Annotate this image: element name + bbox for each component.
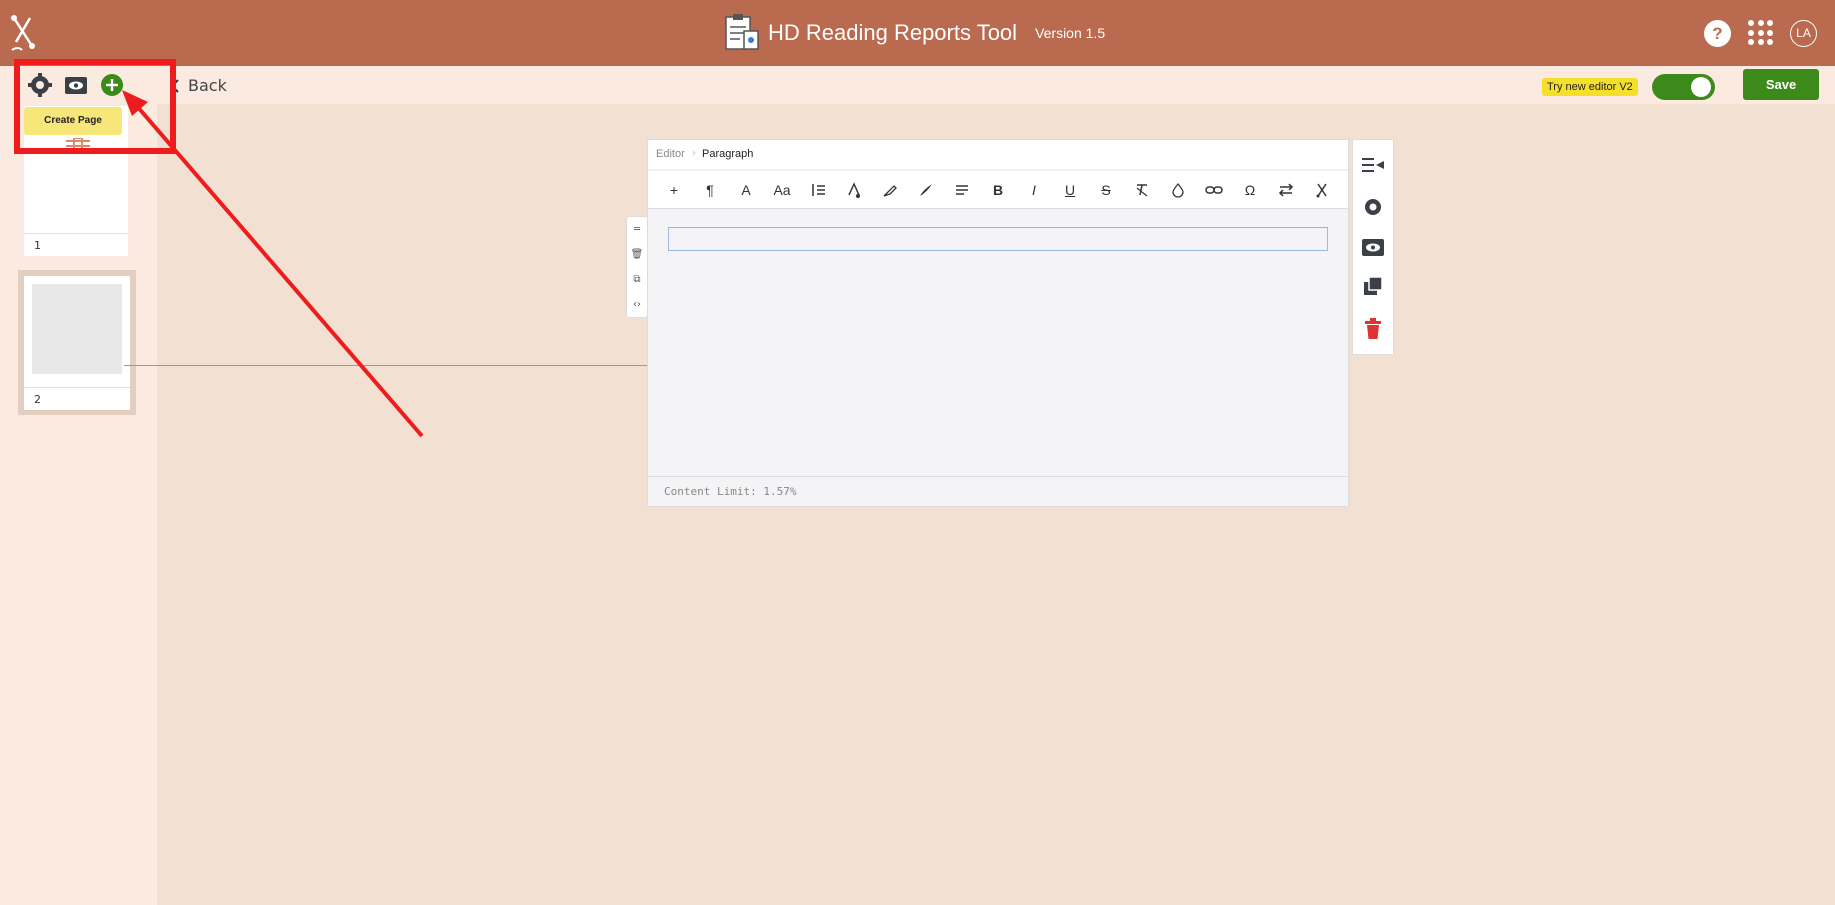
scissors-icon[interactable] bbox=[1304, 175, 1340, 205]
help-button[interactable]: ? bbox=[1704, 20, 1731, 47]
duplicate-icon[interactable]: ⧉ bbox=[633, 274, 640, 285]
app-brand: HD Reading Reports Tool Version 1.5 bbox=[722, 10, 1105, 56]
page-number: 2 bbox=[34, 393, 41, 406]
gear-icon[interactable] bbox=[1360, 194, 1386, 220]
paragraph-text-block[interactable] bbox=[668, 227, 1328, 251]
content-limit: Content Limit: 1.57% bbox=[664, 485, 797, 498]
highlight-annotation-box bbox=[14, 59, 176, 154]
collapse-panel-icon[interactable] bbox=[1360, 153, 1386, 179]
trash-icon[interactable]: 🗑 bbox=[631, 249, 644, 260]
breadcrumb-editor[interactable]: Editor bbox=[656, 148, 685, 160]
link-icon[interactable] bbox=[1196, 175, 1232, 205]
brush-icon[interactable] bbox=[908, 175, 944, 205]
underline-button[interactable]: U bbox=[1052, 175, 1088, 205]
breadcrumb-separator: › bbox=[692, 148, 696, 159]
special-char-button[interactable]: Ω bbox=[1232, 175, 1268, 205]
toggle-knob bbox=[1691, 77, 1711, 97]
trash-icon[interactable] bbox=[1360, 315, 1386, 341]
editor-panel: Editor › Paragraph + ¶ A Aa B I U S Ω Co… bbox=[647, 139, 1349, 507]
thumb-divider bbox=[24, 387, 130, 388]
thumb-divider bbox=[24, 233, 128, 234]
strikethrough-button[interactable]: S bbox=[1088, 175, 1124, 205]
code-icon[interactable]: ‹› bbox=[633, 299, 641, 310]
connector-line bbox=[124, 365, 669, 366]
try-new-editor-label: Try new editor V2 bbox=[1542, 78, 1638, 96]
font-color-icon[interactable] bbox=[836, 175, 872, 205]
format-toolbar: + ¶ A Aa B I U S Ω bbox=[648, 171, 1348, 209]
app-title: HD Reading Reports Tool bbox=[768, 20, 1018, 45]
highlight-icon[interactable] bbox=[872, 175, 908, 205]
sub-toolbar: Back Try new editor V2 Save bbox=[0, 66, 1835, 104]
copy-icon[interactable] bbox=[1360, 274, 1386, 300]
editor-breadcrumb: Editor › Paragraph bbox=[648, 140, 1348, 170]
preview-eye-icon[interactable] bbox=[1360, 234, 1386, 260]
font-size-button[interactable]: Aa bbox=[764, 175, 800, 205]
block-mini-toolbar: ═ 🗑 ⧉ ‹› bbox=[626, 216, 648, 318]
clipboard-icon bbox=[725, 14, 759, 50]
page-number: 1 bbox=[34, 239, 41, 252]
save-button[interactable]: Save bbox=[1743, 69, 1819, 100]
paragraph-button[interactable]: ¶ bbox=[692, 175, 728, 205]
drop-icon[interactable] bbox=[1160, 175, 1196, 205]
bold-button[interactable]: B bbox=[980, 175, 1016, 205]
user-avatar[interactable]: LA bbox=[1790, 20, 1817, 47]
page-thumbnail-2[interactable]: 2 bbox=[24, 276, 130, 410]
back-label: Back bbox=[188, 76, 227, 95]
font-button[interactable]: A bbox=[728, 175, 764, 205]
thumb-preview bbox=[32, 284, 122, 374]
editor-footer: Content Limit: 1.57% bbox=[648, 476, 1348, 506]
apps-grid-icon[interactable] bbox=[1748, 20, 1774, 46]
app-header: HD Reading Reports Tool Version 1.5 ? LA bbox=[0, 0, 1835, 66]
line-height-icon[interactable] bbox=[800, 175, 836, 205]
italic-button[interactable]: I bbox=[1016, 175, 1052, 205]
insert-button[interactable]: + bbox=[656, 175, 692, 205]
side-actions bbox=[1352, 139, 1394, 355]
app-version: Version 1.5 bbox=[1035, 25, 1106, 41]
new-editor-toggle[interactable] bbox=[1652, 74, 1715, 100]
breadcrumb-paragraph: Paragraph bbox=[702, 148, 754, 160]
align-icon[interactable] bbox=[944, 175, 980, 205]
app-logo-icon[interactable] bbox=[8, 12, 38, 52]
swap-icon[interactable] bbox=[1268, 175, 1304, 205]
clear-format-icon[interactable] bbox=[1124, 175, 1160, 205]
drag-handle-icon[interactable]: ═ bbox=[634, 224, 640, 235]
back-link[interactable]: Back bbox=[170, 76, 227, 95]
